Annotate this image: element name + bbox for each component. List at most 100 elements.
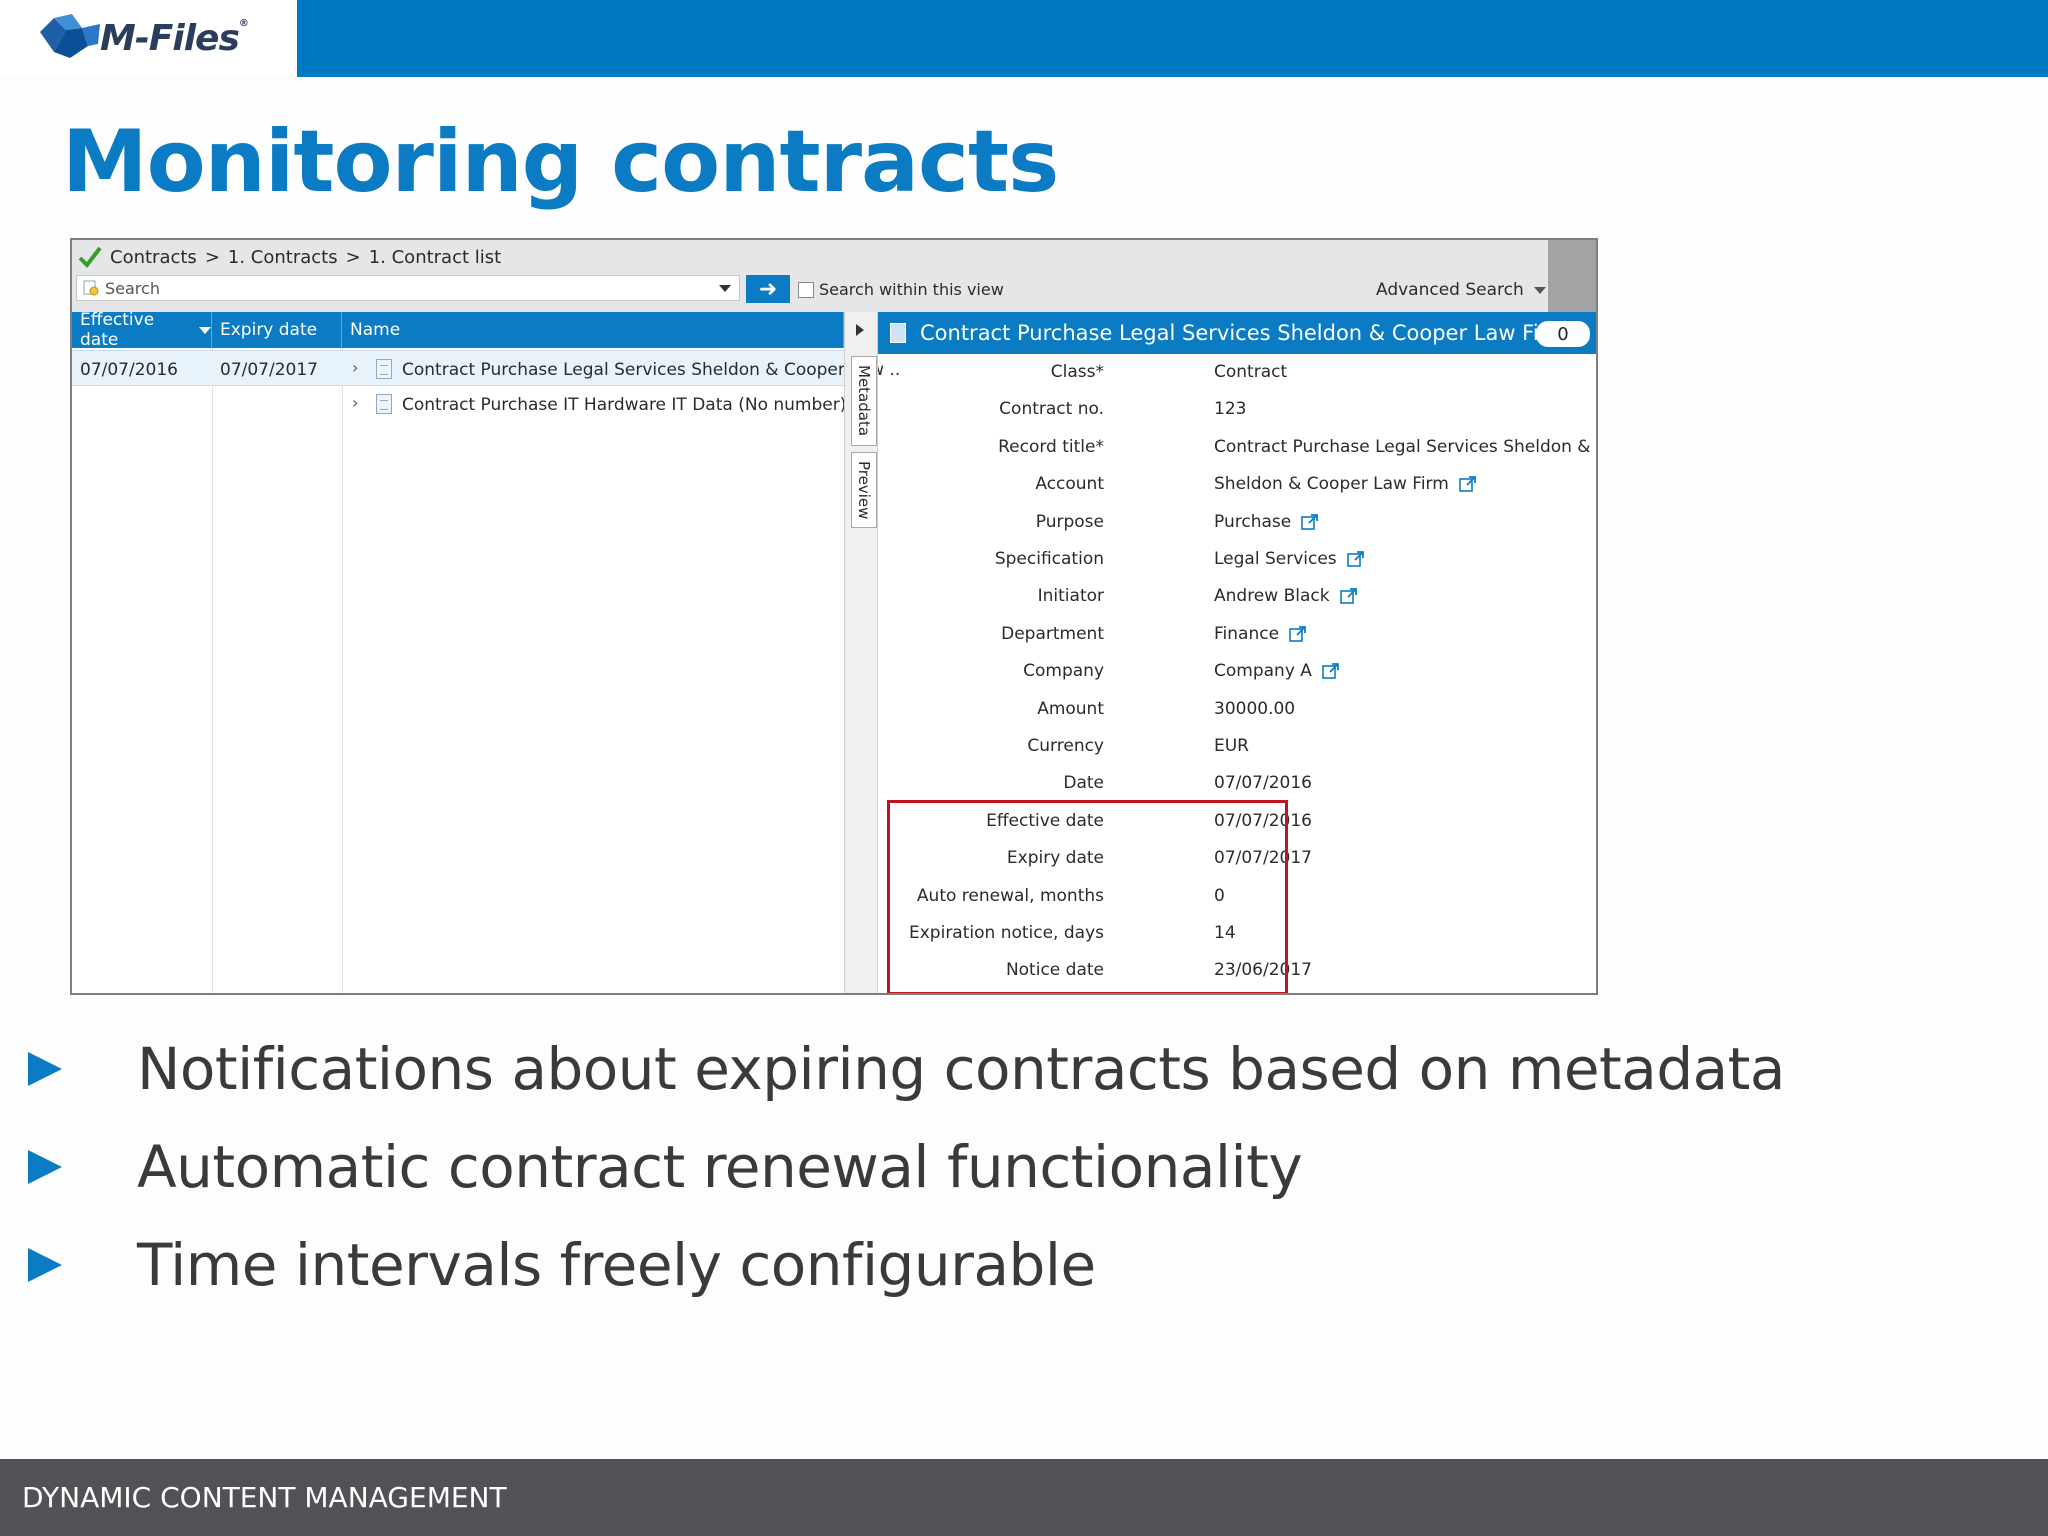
- column-divider: [342, 348, 343, 993]
- bullet-triangle-icon: [28, 1150, 62, 1184]
- property-value-text: Contract: [1214, 362, 1288, 382]
- property-label: Amount: [1037, 698, 1104, 719]
- property-row[interactable]: Currency EUR: [878, 727, 1596, 764]
- property-label: Date: [1063, 773, 1104, 794]
- property-label: Account: [1035, 474, 1104, 495]
- property-value-text: EUR: [1214, 736, 1249, 756]
- property-value-text: 123: [1214, 399, 1247, 420]
- breadcrumb-separator: >: [345, 246, 361, 268]
- property-row[interactable]: Amount 30000.00: [878, 690, 1596, 727]
- external-link-icon[interactable]: [1322, 662, 1340, 680]
- footer-text: DYNAMIC CONTENT MANAGEMENT: [22, 1481, 507, 1514]
- search-input[interactable]: Search: [76, 275, 740, 301]
- property-value[interactable]: Finance: [1214, 624, 1307, 644]
- bullet-triangle-icon: [28, 1248, 62, 1282]
- table-row[interactable]: 07/07/2016 07/07/2017 › Contract Purchas…: [72, 350, 900, 386]
- property-value-text: Purchase: [1214, 511, 1292, 532]
- expand-chevron-icon[interactable]: ›: [352, 358, 358, 377]
- property-label: Currency: [1027, 736, 1104, 756]
- property-row[interactable]: Company Company A: [878, 652, 1596, 689]
- property-value-text: 30000.00: [1214, 698, 1296, 719]
- scrollbar[interactable]: [1548, 240, 1596, 312]
- property-row[interactable]: Record title* Contract Purchase Legal Ser…: [878, 428, 1596, 465]
- property-value[interactable]: Andrew Black: [1214, 586, 1358, 606]
- advanced-search-label: Advanced Search: [1376, 280, 1524, 300]
- column-header-label: Effective date: [80, 310, 155, 350]
- cell-name: Contract Purchase Legal Services Sheldon…: [402, 360, 901, 380]
- property-value[interactable]: Contract Purchase Legal Services Sheldon…: [1214, 436, 1596, 457]
- property-value-text: 07/07/2016: [1214, 773, 1312, 794]
- mfiles-window: Contracts > 1. Contracts > 1. Contract l…: [70, 238, 1598, 995]
- property-label: Record title*: [998, 436, 1104, 457]
- search-within-checkbox[interactable]: [798, 281, 814, 298]
- property-value[interactable]: Legal Services: [1214, 549, 1365, 569]
- pane-divider: Metadata Preview: [844, 312, 878, 993]
- check-icon: [78, 246, 102, 268]
- footer: DYNAMIC CONTENT MANAGEMENT: [0, 1459, 2048, 1536]
- chevron-down-icon[interactable]: [719, 285, 731, 292]
- external-link-icon[interactable]: [1339, 587, 1358, 605]
- tab-preview[interactable]: Preview: [851, 452, 877, 528]
- bullet-item: Automatic contract renewal functionality: [28, 1118, 1785, 1216]
- column-header-label: Name: [350, 320, 401, 340]
- property-label: Specification: [994, 549, 1104, 569]
- property-row[interactable]: Account Sheldon & Cooper Law Firm: [878, 465, 1596, 502]
- property-row[interactable]: Specification Legal Services: [878, 540, 1596, 577]
- metadata-title: Contract Purchase Legal Services Sheldon…: [920, 321, 1566, 345]
- property-value[interactable]: 123: [1214, 399, 1246, 419]
- cell-expiry-date: 07/07/2017: [220, 360, 318, 380]
- property-value[interactable]: 30000.00: [1214, 699, 1295, 719]
- tab-metadata[interactable]: Metadata: [851, 356, 877, 446]
- bullet-list: Notifications about expiring contracts b…: [28, 1020, 1785, 1314]
- property-row[interactable]: Purpose Purchase: [878, 503, 1596, 540]
- chevron-down-icon: [1533, 286, 1546, 294]
- external-link-icon[interactable]: [1346, 550, 1365, 568]
- breadcrumb-item-contract-list[interactable]: 1. Contract list: [369, 247, 502, 268]
- property-row[interactable]: Date 07/07/2016: [878, 764, 1596, 801]
- logo: M-Files®: [0, 0, 297, 77]
- external-link-icon[interactable]: [1459, 475, 1477, 493]
- property-value-text: Company A: [1214, 661, 1312, 682]
- property-value[interactable]: Company A: [1214, 661, 1340, 681]
- header-bar: [297, 0, 2048, 77]
- breadcrumb: Contracts > 1. Contracts > 1. Contract l…: [78, 246, 501, 268]
- column-header-expiry-date[interactable]: Expiry date: [212, 312, 342, 348]
- expand-chevron-icon[interactable]: ›: [352, 393, 358, 412]
- property-row[interactable]: Department Finance: [878, 615, 1596, 652]
- breadcrumb-item-contracts[interactable]: Contracts: [110, 247, 197, 268]
- external-link-icon[interactable]: [1289, 625, 1307, 643]
- property-value[interactable]: EUR: [1214, 736, 1249, 756]
- tab-label: Metadata: [855, 365, 873, 437]
- property-value-text: Legal Services: [1214, 549, 1337, 569]
- property-value[interactable]: Purchase: [1214, 512, 1319, 532]
- table-row[interactable]: › Contract Purchase IT Hardware IT Data …: [72, 386, 846, 422]
- property-row[interactable]: Contract no. 123: [878, 390, 1596, 427]
- search-within-view[interactable]: Search within this view: [798, 280, 1004, 299]
- tab-label: Preview: [855, 460, 873, 520]
- sort-down-icon: [199, 326, 211, 334]
- property-value-text: Contract Purchase Legal Services Sheldon…: [1214, 436, 1596, 457]
- property-value[interactable]: 07/07/2016: [1214, 773, 1312, 793]
- property-label: Company: [1023, 661, 1104, 682]
- document-icon: [890, 323, 906, 343]
- document-icon: [376, 394, 392, 414]
- property-label: Class*: [1050, 362, 1104, 382]
- breadcrumb-item-1-contracts[interactable]: 1. Contracts: [228, 247, 338, 268]
- collapse-arrow-icon[interactable]: [856, 324, 864, 336]
- column-header-name[interactable]: Name: [342, 312, 844, 348]
- search-go-button[interactable]: ➜: [746, 275, 790, 303]
- property-row[interactable]: Class* Contract: [878, 353, 1596, 390]
- external-link-icon[interactable]: [1301, 513, 1319, 531]
- property-label: Initiator: [1037, 586, 1104, 607]
- advanced-search-button[interactable]: Advanced Search: [1376, 280, 1546, 300]
- bullet-item: Time intervals freely configurable: [28, 1216, 1785, 1314]
- cell-effective-date: 07/07/2016: [80, 360, 178, 380]
- version-count-badge[interactable]: 0: [1536, 321, 1590, 347]
- column-header-effective-date[interactable]: Effective date: [72, 310, 212, 350]
- property-value[interactable]: Sheldon & Cooper Law Firm: [1214, 474, 1477, 494]
- property-label: Department: [1001, 623, 1104, 644]
- property-value[interactable]: Contract: [1214, 362, 1287, 382]
- arrow-right-icon: ➜: [758, 276, 778, 302]
- bullet-text: Automatic contract renewal functionality: [137, 1133, 1303, 1201]
- property-row[interactable]: Initiator Andrew Black: [878, 577, 1596, 614]
